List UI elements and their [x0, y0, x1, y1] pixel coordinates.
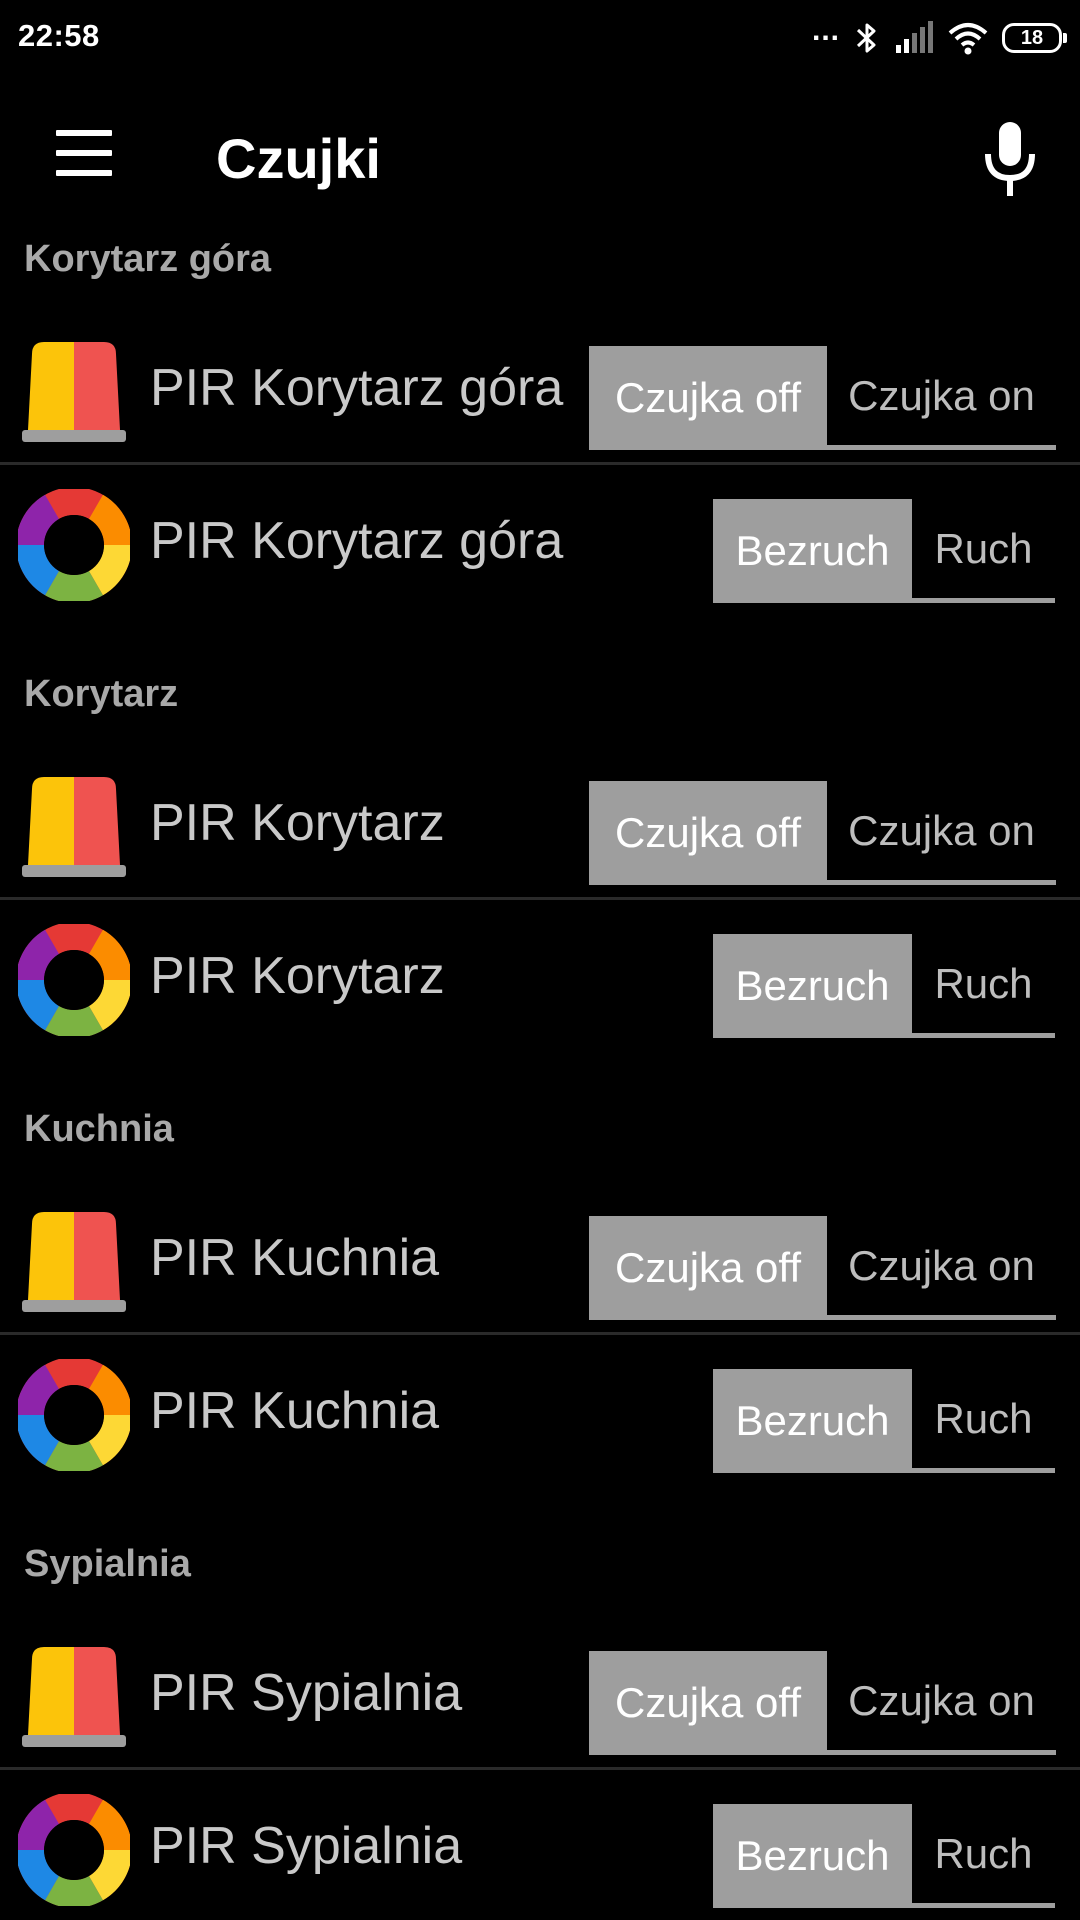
section-header-kuchnia: Kuchnia	[24, 1108, 174, 1150]
no-motion-button[interactable]: Bezruch	[713, 934, 912, 1038]
sensor-name: PIR Korytarz góra	[150, 359, 564, 417]
alarm-off-button[interactable]: Czujka off	[589, 781, 827, 885]
sensor-motion-row: PIR Kuchnia Bezruch Ruch	[0, 1337, 1080, 1489]
motion-button[interactable]: Ruch	[912, 934, 1055, 1038]
sensor-name: PIR Korytarz góra	[150, 512, 564, 570]
menu-button[interactable]	[36, 116, 132, 196]
motion-toggle: Bezruch Ruch	[713, 1369, 1055, 1475]
status-time: 22:58	[18, 18, 100, 53]
section-header-korytarz-gora: Korytarz góra	[24, 238, 272, 280]
sensor-name: PIR Korytarz	[150, 794, 445, 852]
alarm-on-button[interactable]: Czujka on	[827, 1651, 1056, 1755]
sensor-alarm-row: PIR Sypialnia Czujka off Czujka on	[0, 1619, 1080, 1771]
alarm-on-button[interactable]: Czujka on	[827, 781, 1056, 885]
motion-button[interactable]: Ruch	[912, 1804, 1055, 1908]
motion-button[interactable]: Ruch	[912, 499, 1055, 603]
notification-dots: ...	[811, 14, 840, 47]
alarm-toggle: Czujka off Czujka on	[589, 1216, 1056, 1322]
voice-input-button[interactable]	[970, 116, 1050, 206]
sensor-alarm-row: PIR Korytarz góra Czujka off Czujka on	[0, 314, 1080, 466]
alarm-toggle: Czujka off Czujka on	[589, 1651, 1056, 1757]
sensor-name: PIR Korytarz	[150, 947, 445, 1005]
color-wheel-icon	[18, 1794, 130, 1906]
divider	[0, 1332, 1080, 1335]
alarm-on-button[interactable]: Czujka on	[827, 346, 1056, 450]
signal-icon	[896, 21, 933, 53]
sensor-motion-row: PIR Korytarz góra Bezruch Ruch	[0, 467, 1080, 619]
alarm-off-button[interactable]: Czujka off	[589, 346, 827, 450]
alarm-on-button[interactable]: Czujka on	[827, 1216, 1056, 1320]
sensor-motion-row: PIR Sypialnia Bezruch Ruch	[0, 1772, 1080, 1920]
alarm-siren-icon	[22, 1212, 126, 1312]
sensor-name: PIR Kuchnia	[150, 1229, 440, 1287]
page-title: Czujki	[216, 127, 381, 190]
sensor-name: PIR Sypialnia	[150, 1817, 463, 1875]
alarm-off-button[interactable]: Czujka off	[589, 1651, 827, 1755]
divider	[0, 462, 1080, 465]
motion-toggle: Bezruch Ruch	[713, 934, 1055, 1040]
alarm-off-button[interactable]: Czujka off	[589, 1216, 827, 1320]
color-wheel-icon	[18, 1359, 130, 1471]
motion-button[interactable]: Ruch	[912, 1369, 1055, 1473]
app-screen: 22:58 ... 18 Czujki Korytarz góra PIR Ko…	[0, 0, 1080, 1920]
status-bar: 22:58 ... 18	[0, 0, 1080, 76]
no-motion-button[interactable]: Bezruch	[713, 1804, 912, 1908]
motion-toggle: Bezruch Ruch	[713, 499, 1055, 605]
sensor-motion-row: PIR Korytarz Bezruch Ruch	[0, 902, 1080, 1054]
divider	[0, 897, 1080, 900]
bluetooth-icon	[856, 23, 876, 53]
sensor-name: PIR Kuchnia	[150, 1382, 440, 1440]
alarm-toggle: Czujka off Czujka on	[589, 781, 1056, 887]
alarm-siren-icon	[22, 342, 126, 442]
divider	[0, 1767, 1080, 1770]
battery-level: 18	[1020, 26, 1044, 49]
sensor-name: PIR Sypialnia	[150, 1664, 463, 1722]
alarm-toggle: Czujka off Czujka on	[589, 346, 1056, 452]
microphone-icon	[985, 122, 1035, 196]
status-icons: ... 18	[811, 14, 1067, 58]
app-bar: Czujki	[0, 76, 1080, 236]
alarm-siren-icon	[22, 777, 126, 877]
alarm-siren-icon	[22, 1647, 126, 1747]
section-header-sypialnia: Sypialnia	[24, 1543, 191, 1585]
motion-toggle: Bezruch Ruch	[713, 1804, 1055, 1910]
sensor-alarm-row: PIR Kuchnia Czujka off Czujka on	[0, 1184, 1080, 1336]
color-wheel-icon	[18, 489, 130, 601]
battery-icon: 18	[1002, 23, 1067, 53]
no-motion-button[interactable]: Bezruch	[713, 1369, 912, 1473]
section-header-korytarz: Korytarz	[24, 673, 179, 715]
color-wheel-icon	[18, 924, 130, 1036]
no-motion-button[interactable]: Bezruch	[713, 499, 912, 603]
sensor-alarm-row: PIR Korytarz Czujka off Czujka on	[0, 749, 1080, 901]
wifi-icon	[948, 23, 988, 55]
